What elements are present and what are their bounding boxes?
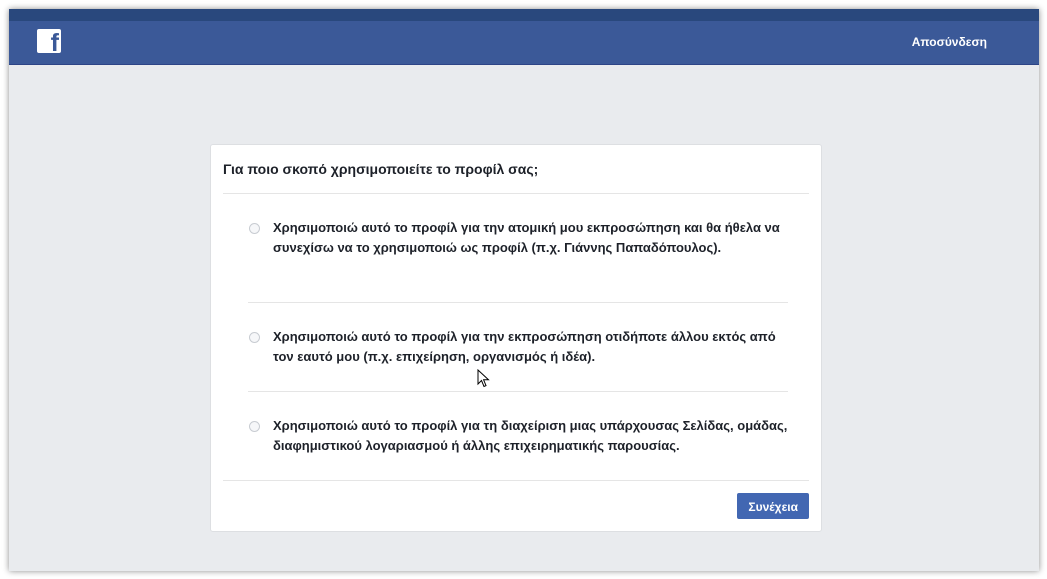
option-label[interactable]: Χρησιμοποιώ αυτό το προφίλ για τη διαχεί…	[273, 416, 793, 456]
dialog-question: Για ποιο σκοπό χρησιμοποιείτε το προφίλ …	[223, 161, 539, 177]
header-bar: f Αποσύνδεση	[9, 21, 1039, 65]
facebook-logo-icon[interactable]: f	[37, 29, 61, 57]
logo-letter: f	[50, 29, 59, 57]
option-label[interactable]: Χρησιμοποιώ αυτό το προφίλ για την εκπρο…	[273, 327, 793, 367]
divider	[223, 193, 809, 194]
browser-window: f Αποσύνδεση Για ποιο σκοπό χρησιμοποιεί…	[9, 9, 1039, 571]
purpose-dialog: Για ποιο σκοπό χρησιμοποιείτε το προφίλ …	[210, 144, 822, 532]
continue-button[interactable]: Συνέχεια	[737, 493, 809, 519]
option-label[interactable]: Χρησιμοποιώ αυτό το προφίλ για την ατομι…	[273, 218, 793, 258]
divider	[248, 391, 788, 392]
logout-link[interactable]: Αποσύνδεση	[912, 35, 987, 49]
divider	[223, 480, 809, 481]
mouse-cursor-icon	[477, 369, 490, 388]
radio-button[interactable]	[249, 421, 260, 432]
top-strip	[9, 9, 1039, 21]
radio-button[interactable]	[249, 223, 260, 234]
radio-button[interactable]	[249, 332, 260, 343]
divider	[248, 302, 788, 303]
